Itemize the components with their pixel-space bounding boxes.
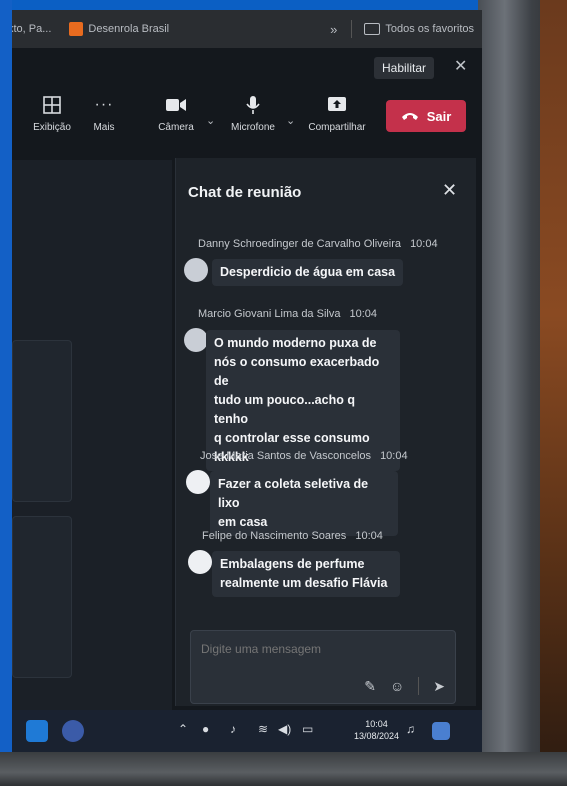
avatar[interactable] <box>184 328 208 352</box>
desenrola-favicon-icon <box>69 22 84 36</box>
send-icon[interactable]: ➤ <box>433 678 445 695</box>
more-bookmarks-icon[interactable]: » <box>330 22 337 37</box>
bookmarks-divider <box>351 20 353 38</box>
bookmark-desenrola[interactable]: Desenrola Brasil <box>69 22 169 36</box>
edge-icon[interactable] <box>62 720 84 742</box>
compose-box[interactable]: ✎ ☺ ➤ <box>190 630 456 704</box>
avatar[interactable] <box>188 550 212 574</box>
phone-hangup-icon <box>401 109 419 124</box>
message-line: nós o consumo exacerbado de <box>214 355 380 388</box>
all-favorites-label: Todos os favoritos <box>385 23 474 35</box>
microphone-label: Microfone <box>231 122 275 133</box>
compose-divider <box>418 677 420 695</box>
video-tile <box>12 516 72 678</box>
ellipsis-icon: ··· <box>94 96 114 113</box>
message-meta: Danny Schroedinger de Carvalho Oliveira … <box>198 238 438 250</box>
sender-name: Marcio Giovani Lima da Silva <box>198 308 341 320</box>
battery-icon[interactable]: ▭ <box>302 722 313 736</box>
more-label: Mais <box>93 122 115 133</box>
chat-close-icon[interactable]: ✕ <box>442 180 457 201</box>
message-time: 10:04 <box>380 450 408 462</box>
all-favorites-button[interactable]: Todos os favoritos <box>364 23 474 35</box>
notification-close-icon[interactable]: ✕ <box>454 56 467 76</box>
windows-taskbar: ⌃ ● ♪ ≋ ◀) ▭ 10:04 13/08/2024 ♫ <box>12 710 482 752</box>
grid-icon <box>30 94 74 116</box>
monitor-bezel-bottom <box>0 752 567 786</box>
camera-icon <box>154 94 198 116</box>
folder-icon <box>364 23 381 35</box>
volume-icon[interactable]: ◀) <box>278 722 291 736</box>
message-meta: Felipe do Nascimento Soares 10:04 <box>202 530 383 542</box>
meeting-chat-panel: Chat de reunião ✕ Danny Schroedinger de … <box>175 158 476 706</box>
message-line: Fazer a coleta seletiva de lixo <box>218 477 369 510</box>
message-line: Embalagens de perfume <box>220 557 365 571</box>
message-time: 10:04 <box>349 308 378 320</box>
message-meta: Jose Maria Santos de Vasconcelos 10:04 <box>200 450 408 462</box>
more-button[interactable]: ··· Mais <box>86 94 122 133</box>
message-line: tudo um pouco...acho q tenho <box>214 393 355 426</box>
photo-frame-left <box>0 0 12 786</box>
message-line: Desperdicio de água em casa <box>220 265 396 279</box>
emoji-icon[interactable]: ☺ <box>390 678 404 694</box>
screen: xto, Pa... Desenrola Brasil » Todos os f… <box>12 10 482 752</box>
message-input[interactable] <box>199 641 443 657</box>
bookmark-desenrola-label: Desenrola Brasil <box>88 23 170 35</box>
microphone-icon <box>226 94 280 116</box>
avatar[interactable] <box>186 470 210 494</box>
camera-options-chevron-icon[interactable]: ⌄ <box>206 114 215 127</box>
avatar[interactable] <box>184 258 208 282</box>
video-stage <box>12 160 172 710</box>
clock[interactable]: 10:04 13/08/2024 <box>354 718 399 742</box>
meeting-toolbar: Exibição ··· Mais Câmera ⌄ Microfone ⌄ C… <box>12 94 482 150</box>
clock-time: 10:04 <box>365 719 388 729</box>
message-bubble: Fazer a coleta seletiva de lixo em casa <box>210 471 398 536</box>
message-time: 10:04 <box>355 530 383 542</box>
message-line: O mundo moderno puxa de <box>214 336 377 350</box>
share-label: Compartilhar <box>308 122 366 133</box>
message-time: 10:04 <box>410 238 438 250</box>
background-wood <box>540 0 567 786</box>
microphone-button[interactable]: Microfone <box>226 94 280 133</box>
leave-label: Sair <box>426 108 452 124</box>
compose-actions: ✎ ☺ ➤ <box>364 677 445 695</box>
camera-label: Câmera <box>158 122 194 133</box>
message-line: realmente um desafio Flávia <box>220 576 388 590</box>
message-meta: Marcio Giovani Lima da Silva 10:04 <box>198 308 377 320</box>
video-tile <box>12 340 72 502</box>
microphone-tray-icon[interactable]: ♪ <box>230 722 236 736</box>
outlook-icon[interactable] <box>26 720 48 742</box>
notification-row: Habilitar ✕ <box>12 54 482 80</box>
widgets-icon[interactable] <box>432 722 450 740</box>
view-label: Exibição <box>33 122 71 133</box>
sender-name: Felipe do Nascimento Soares <box>202 530 347 542</box>
message-line: q controlar esse consumo <box>214 431 370 445</box>
share-icon <box>304 94 370 116</box>
sender-name: Danny Schroedinger de Carvalho Oliveira <box>198 238 401 250</box>
browser-favorites-bar: xto, Pa... Desenrola Brasil » Todos os f… <box>12 10 482 48</box>
clock-date: 13/08/2024 <box>354 731 400 741</box>
share-button[interactable]: Compartilhar <box>304 94 370 133</box>
message-bubble: Desperdicio de água em casa <box>212 259 404 286</box>
notification-bell-icon[interactable]: ♫ <box>406 722 415 736</box>
bookmark-1-label: xto, Pa... <box>12 23 52 35</box>
bookmark-1[interactable]: xto, Pa... <box>12 23 51 35</box>
view-button[interactable]: Exibição <box>30 94 74 133</box>
message-bubble: Embalagens de perfume realmente um desaf… <box>212 551 400 597</box>
wifi-icon[interactable]: ≋ <box>258 722 268 736</box>
camera-button[interactable]: Câmera <box>154 94 198 133</box>
chat-title: Chat de reunião <box>188 184 302 201</box>
format-icon[interactable]: ✎ <box>364 678 376 695</box>
microphone-options-chevron-icon[interactable]: ⌄ <box>286 114 295 127</box>
security-icon[interactable]: ● <box>202 722 209 736</box>
sender-name: Jose Maria Santos de Vasconcelos <box>200 450 371 462</box>
leave-button[interactable]: Sair <box>386 100 466 132</box>
chevron-up-icon[interactable]: ⌃ <box>178 722 188 736</box>
enable-button[interactable]: Habilitar <box>374 57 435 79</box>
